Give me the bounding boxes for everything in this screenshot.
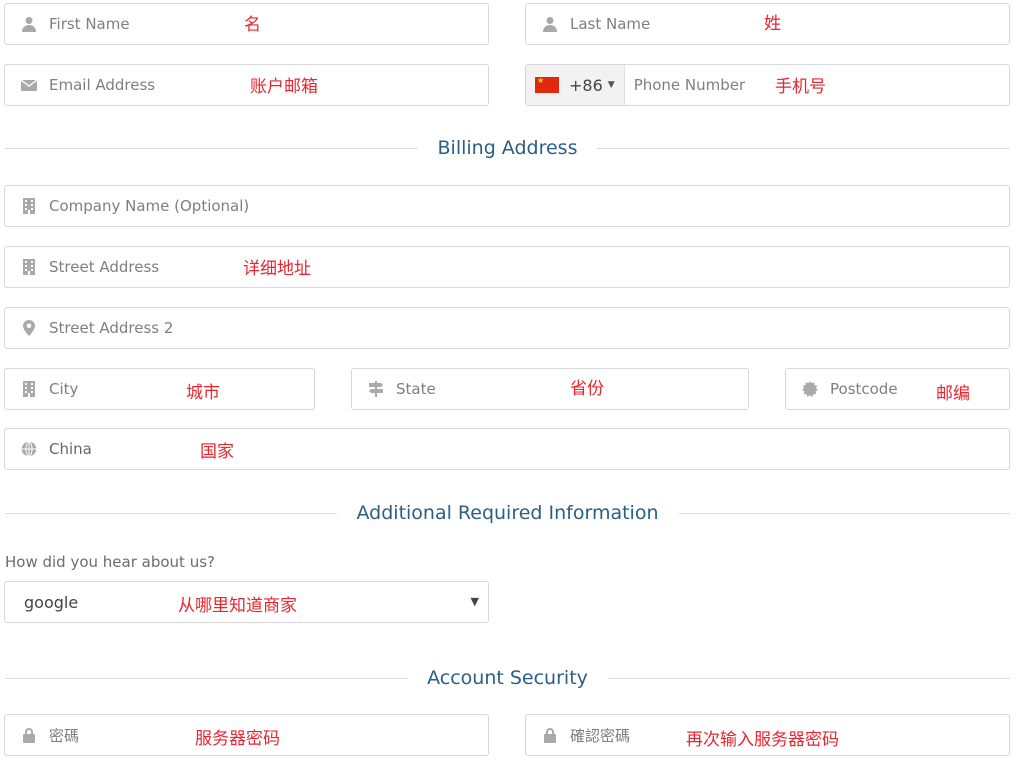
state-note: 省份: [570, 379, 604, 399]
billing-title: Billing Address: [437, 137, 578, 159]
building-icon: [21, 259, 37, 275]
email-note: 账户邮箱: [250, 77, 318, 97]
company-placeholder: Company Name (Optional): [49, 197, 250, 215]
country-code-dropdown[interactable]: +86 ▼: [526, 65, 625, 105]
country-note: 国家: [200, 442, 234, 462]
security-title: Account Security: [427, 667, 588, 689]
certificate-icon: [802, 381, 818, 397]
divider: [597, 147, 1010, 149]
building-icon: [21, 381, 37, 397]
chevron-down-icon: ▼: [470, 595, 479, 608]
map-marker-icon: [21, 320, 37, 336]
referral-question-label: How did you hear about us?: [5, 553, 215, 571]
confirm-password-placeholder: 確認密碼: [570, 726, 631, 745]
postcode-field[interactable]: Postcode: [785, 368, 1010, 410]
last-name-note: 姓: [764, 14, 781, 34]
chevron-down-icon: ▼: [607, 80, 615, 90]
email-field[interactable]: Email Address: [4, 64, 489, 106]
country-select[interactable]: China: [4, 428, 1010, 470]
postcode-placeholder: Postcode: [830, 380, 898, 398]
phone-note: 手机号: [775, 77, 826, 97]
street-address-2-field[interactable]: Street Address 2: [4, 307, 1010, 349]
referral-note: 从哪里知道商家: [178, 596, 297, 616]
email-placeholder: Email Address: [49, 76, 156, 94]
divider: [678, 512, 1011, 514]
state-placeholder: State: [396, 380, 436, 398]
street-address-field[interactable]: Street Address: [4, 246, 1010, 288]
street-address-note: 详细地址: [243, 259, 311, 279]
divider: [607, 677, 1010, 679]
divider: [5, 677, 408, 679]
referral-selected-value: google: [24, 592, 79, 612]
city-note: 城市: [186, 383, 220, 403]
phone-field[interactable]: +86 ▼ Phone Number: [525, 64, 1010, 106]
password-placeholder: 密碼: [49, 726, 80, 745]
last-name-placeholder: Last Name: [570, 15, 651, 33]
user-icon: [21, 16, 37, 32]
additional-section-heading: Additional Required Information: [5, 501, 1011, 525]
globe-icon: [21, 441, 37, 457]
envelope-icon: [21, 77, 37, 93]
confirm-password-note: 再次输入服务器密码: [686, 730, 839, 750]
company-field[interactable]: Company Name (Optional): [4, 185, 1010, 227]
security-section-heading: Account Security: [5, 666, 1010, 690]
divider: [5, 147, 418, 149]
street-address-2-placeholder: Street Address 2: [49, 319, 174, 337]
dial-code: +86: [569, 75, 603, 95]
lock-icon: [21, 727, 37, 743]
additional-title: Additional Required Information: [356, 502, 659, 524]
street-address-placeholder: Street Address: [49, 258, 160, 276]
postcode-note: 邮编: [936, 384, 970, 404]
city-field[interactable]: City: [4, 368, 315, 410]
state-field[interactable]: State: [351, 368, 749, 410]
divider: [5, 512, 337, 514]
billing-section-heading: Billing Address: [5, 136, 1010, 160]
first-name-note: 名: [244, 15, 261, 35]
user-icon: [542, 16, 558, 32]
city-placeholder: City: [49, 380, 79, 398]
china-flag-icon: [535, 76, 559, 93]
first-name-placeholder: First Name: [49, 15, 130, 33]
signpost-icon: [368, 381, 384, 397]
phone-placeholder: Phone Number: [633, 76, 746, 94]
lock-icon: [542, 727, 558, 743]
country-value: China: [49, 440, 92, 458]
building-icon: [21, 198, 37, 214]
password-note: 服务器密码: [195, 729, 280, 749]
